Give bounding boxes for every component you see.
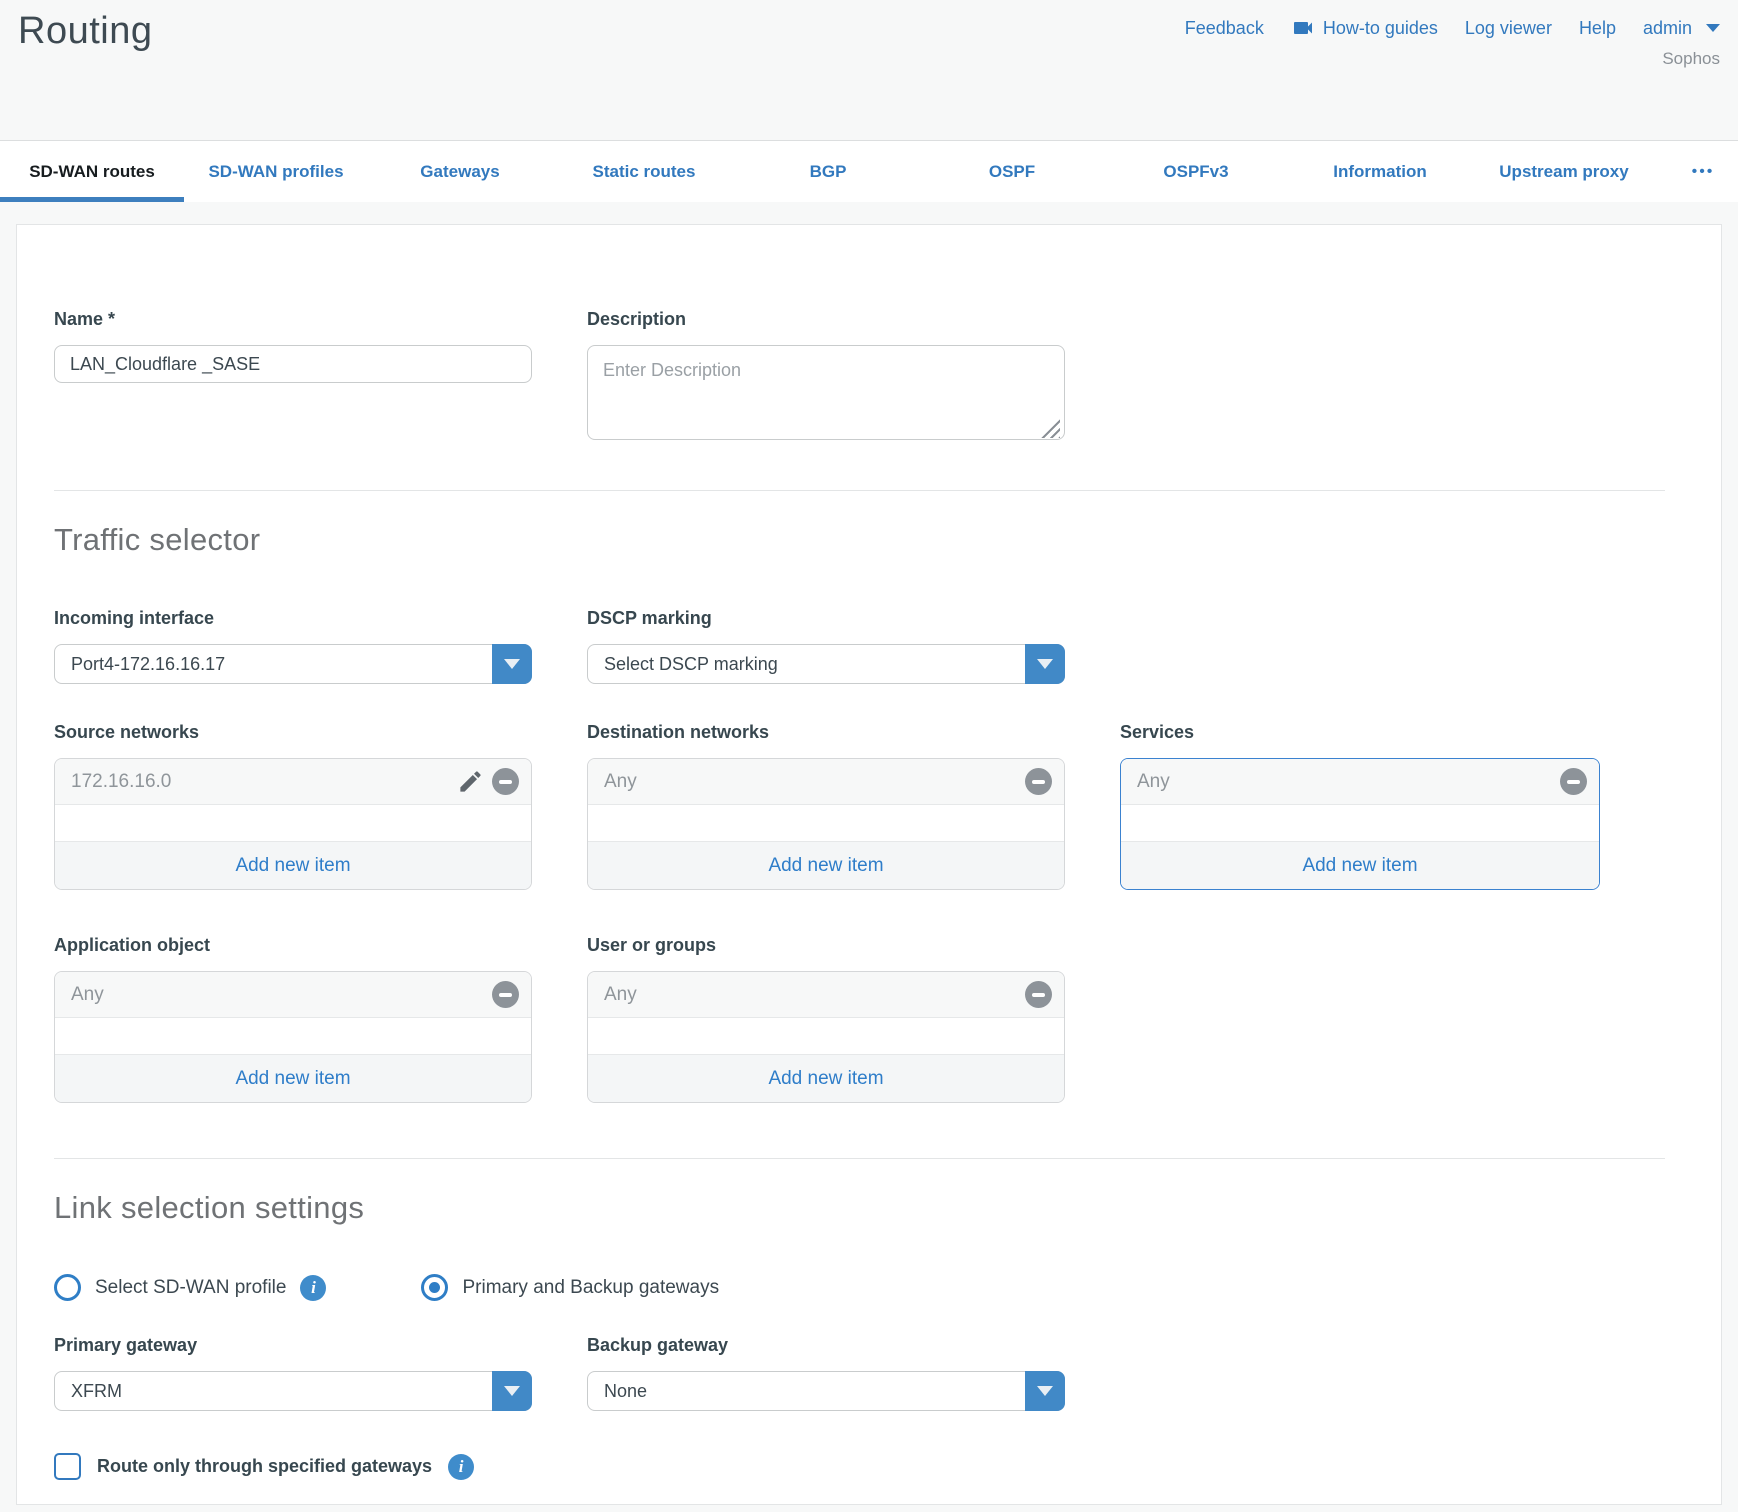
add-new-item-button[interactable]: Add new item <box>55 1054 531 1102</box>
chevron-down-icon <box>1706 24 1720 32</box>
add-new-item-button[interactable]: Add new item <box>588 841 1064 889</box>
user-or-groups-box: Any Add new item <box>587 971 1065 1103</box>
section-divider <box>54 1158 1665 1159</box>
required-marker: * <box>108 309 115 329</box>
radio-primary-backup-gateways[interactable]: Primary and Backup gateways <box>421 1274 719 1301</box>
video-camera-icon <box>1291 16 1315 40</box>
tab-sd-wan-routes[interactable]: SD-WAN routes <box>0 141 184 202</box>
primary-gateway-select[interactable]: XFRM <box>54 1371 532 1411</box>
header-right: Feedback How-to guides Log viewer Help a… <box>1185 10 1720 69</box>
list-item: 172.16.16.0 <box>55 759 531 805</box>
description-field-group: Description <box>587 309 1065 445</box>
traffic-selector-heading: Traffic selector <box>54 522 1665 558</box>
info-icon[interactable]: i <box>300 1275 326 1301</box>
tab-upstream-proxy[interactable]: Upstream proxy <box>1472 141 1656 202</box>
routing-tab-bar: SD-WAN routes SD-WAN profiles Gateways S… <box>0 140 1738 202</box>
primary-gateway-group: Primary gateway XFRM <box>54 1335 532 1411</box>
add-new-item-button[interactable]: Add new item <box>588 1054 1064 1102</box>
tab-information[interactable]: Information <box>1288 141 1472 202</box>
name-label: Name * <box>54 309 532 330</box>
list-item: Any <box>588 972 1064 1018</box>
backup-gateway-label: Backup gateway <box>587 1335 1065 1356</box>
feedback-link[interactable]: Feedback <box>1185 18 1264 39</box>
info-icon[interactable]: i <box>448 1454 474 1480</box>
source-networks-group: Source networks 172.16.16.0 Add new item <box>54 722 532 890</box>
dropdown-arrow-icon[interactable] <box>492 1371 532 1411</box>
list-item: Any <box>588 759 1064 805</box>
tab-bgp[interactable]: BGP <box>736 141 920 202</box>
dropdown-arrow-icon[interactable] <box>1025 644 1065 684</box>
dscp-marking-group: DSCP marking Select DSCP marking <box>587 608 1065 684</box>
dscp-marking-label: DSCP marking <box>587 608 1065 629</box>
howto-guides-link[interactable]: How-to guides <box>1291 16 1438 40</box>
radio-select-sdwan-profile[interactable]: Select SD-WAN profile i <box>54 1274 326 1301</box>
brand-label: Sophos <box>1185 49 1720 69</box>
help-link[interactable]: Help <box>1579 18 1616 39</box>
tab-sd-wan-profiles[interactable]: SD-WAN profiles <box>184 141 368 202</box>
tab-ospf[interactable]: OSPF <box>920 141 1104 202</box>
route-only-label: Route only through specified gateways <box>97 1456 432 1477</box>
source-networks-box: 172.16.16.0 Add new item <box>54 758 532 890</box>
destination-networks-label: Destination networks <box>587 722 1065 743</box>
remove-item-icon[interactable] <box>1025 981 1052 1008</box>
application-object-group: Application object Any Add new item <box>54 935 532 1103</box>
tab-gateways[interactable]: Gateways <box>368 141 552 202</box>
user-or-groups-group: User or groups Any Add new item <box>587 935 1065 1103</box>
link-selection-radio-group: Select SD-WAN profile i Primary and Back… <box>54 1274 1665 1301</box>
dscp-marking-select[interactable]: Select DSCP marking <box>587 644 1065 684</box>
name-field-group: Name * <box>54 309 532 445</box>
incoming-interface-label: Incoming interface <box>54 608 532 629</box>
application-object-label: Application object <box>54 935 532 956</box>
section-divider <box>54 490 1665 491</box>
dropdown-arrow-icon[interactable] <box>492 644 532 684</box>
incoming-interface-select[interactable]: Port4-172.16.16.17 <box>54 644 532 684</box>
add-new-item-button[interactable]: Add new item <box>1121 841 1599 889</box>
more-tabs-icon[interactable]: ••• <box>1668 141 1738 202</box>
list-item: Any <box>55 972 531 1018</box>
services-group: Services Any Add new item <box>1120 722 1600 890</box>
route-only-checkbox-row: Route only through specified gateways i <box>54 1453 1665 1480</box>
services-label: Services <box>1120 722 1600 743</box>
page-header: Routing Feedback How-to guides Log viewe… <box>0 0 1738 140</box>
log-viewer-link[interactable]: Log viewer <box>1465 18 1552 39</box>
list-item: Any <box>1121 759 1599 805</box>
incoming-interface-group: Incoming interface Port4-172.16.16.17 <box>54 608 532 684</box>
tab-ospfv3[interactable]: OSPFv3 <box>1104 141 1288 202</box>
link-selection-heading: Link selection settings <box>54 1190 1665 1226</box>
destination-networks-box: Any Add new item <box>587 758 1065 890</box>
page-title: Routing <box>18 10 152 53</box>
services-box: Any Add new item <box>1120 758 1600 890</box>
user-or-groups-label: User or groups <box>587 935 1065 956</box>
description-textarea[interactable] <box>587 345 1065 440</box>
source-networks-label: Source networks <box>54 722 532 743</box>
dropdown-arrow-icon[interactable] <box>1025 1371 1065 1411</box>
primary-gateway-label: Primary gateway <box>54 1335 532 1356</box>
sd-wan-route-form: Name * Description Traffic selector Inco… <box>16 224 1722 1505</box>
add-new-item-button[interactable]: Add new item <box>55 841 531 889</box>
remove-item-icon[interactable] <box>1560 768 1587 795</box>
radio-unchecked-icon[interactable] <box>54 1274 81 1301</box>
remove-item-icon[interactable] <box>492 981 519 1008</box>
application-object-box: Any Add new item <box>54 971 532 1103</box>
tab-static-routes[interactable]: Static routes <box>552 141 736 202</box>
description-label: Description <box>587 309 1065 330</box>
remove-item-icon[interactable] <box>1025 768 1052 795</box>
route-only-checkbox[interactable] <box>54 1453 81 1480</box>
name-input[interactable] <box>54 345 532 383</box>
destination-networks-group: Destination networks Any Add new item <box>587 722 1065 890</box>
backup-gateway-group: Backup gateway None <box>587 1335 1065 1411</box>
edit-icon[interactable] <box>457 768 484 795</box>
backup-gateway-select[interactable]: None <box>587 1371 1065 1411</box>
admin-menu[interactable]: admin <box>1643 18 1720 39</box>
radio-checked-icon[interactable] <box>421 1274 448 1301</box>
remove-item-icon[interactable] <box>492 768 519 795</box>
